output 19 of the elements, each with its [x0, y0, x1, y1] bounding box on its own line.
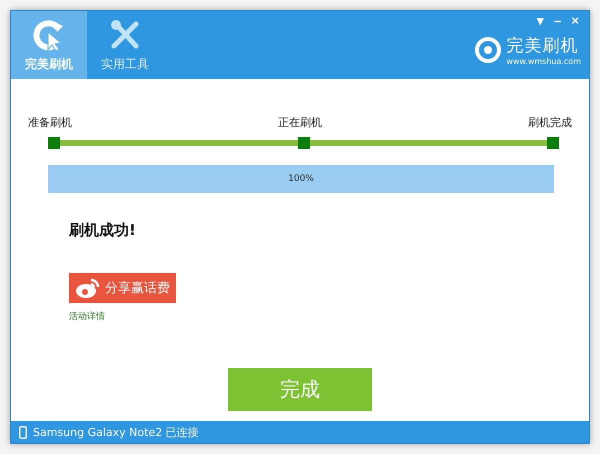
brand-name: 完美刷机 [506, 35, 580, 57]
minimize-button[interactable]: – [552, 13, 564, 28]
details-link[interactable]: 活动详情 [69, 310, 105, 323]
phone-icon [19, 426, 27, 438]
menu-button[interactable]: ▾ [535, 13, 546, 28]
progress-text: 100% [288, 174, 314, 184]
share-button[interactable]: 分享赢话费 [69, 273, 176, 303]
device-status: Samsung Galaxy Note2 已连接 [33, 424, 199, 440]
success-message: 刷机成功! [69, 221, 137, 240]
close-button[interactable]: × [569, 13, 581, 28]
step-label: 刷机完成 [528, 115, 572, 130]
tab[interactable]: 完美刷机 [11, 11, 87, 79]
logo-icon [475, 37, 502, 63]
step-label: 准备刷机 [28, 115, 72, 130]
step-label: 正在刷机 [278, 115, 322, 130]
refresh-cursor-icon [32, 18, 66, 52]
tab[interactable]: 实用工具 [87, 11, 163, 79]
done-button[interactable]: 完成 [228, 368, 372, 411]
brand-url: www.wmshua.com [506, 57, 581, 66]
